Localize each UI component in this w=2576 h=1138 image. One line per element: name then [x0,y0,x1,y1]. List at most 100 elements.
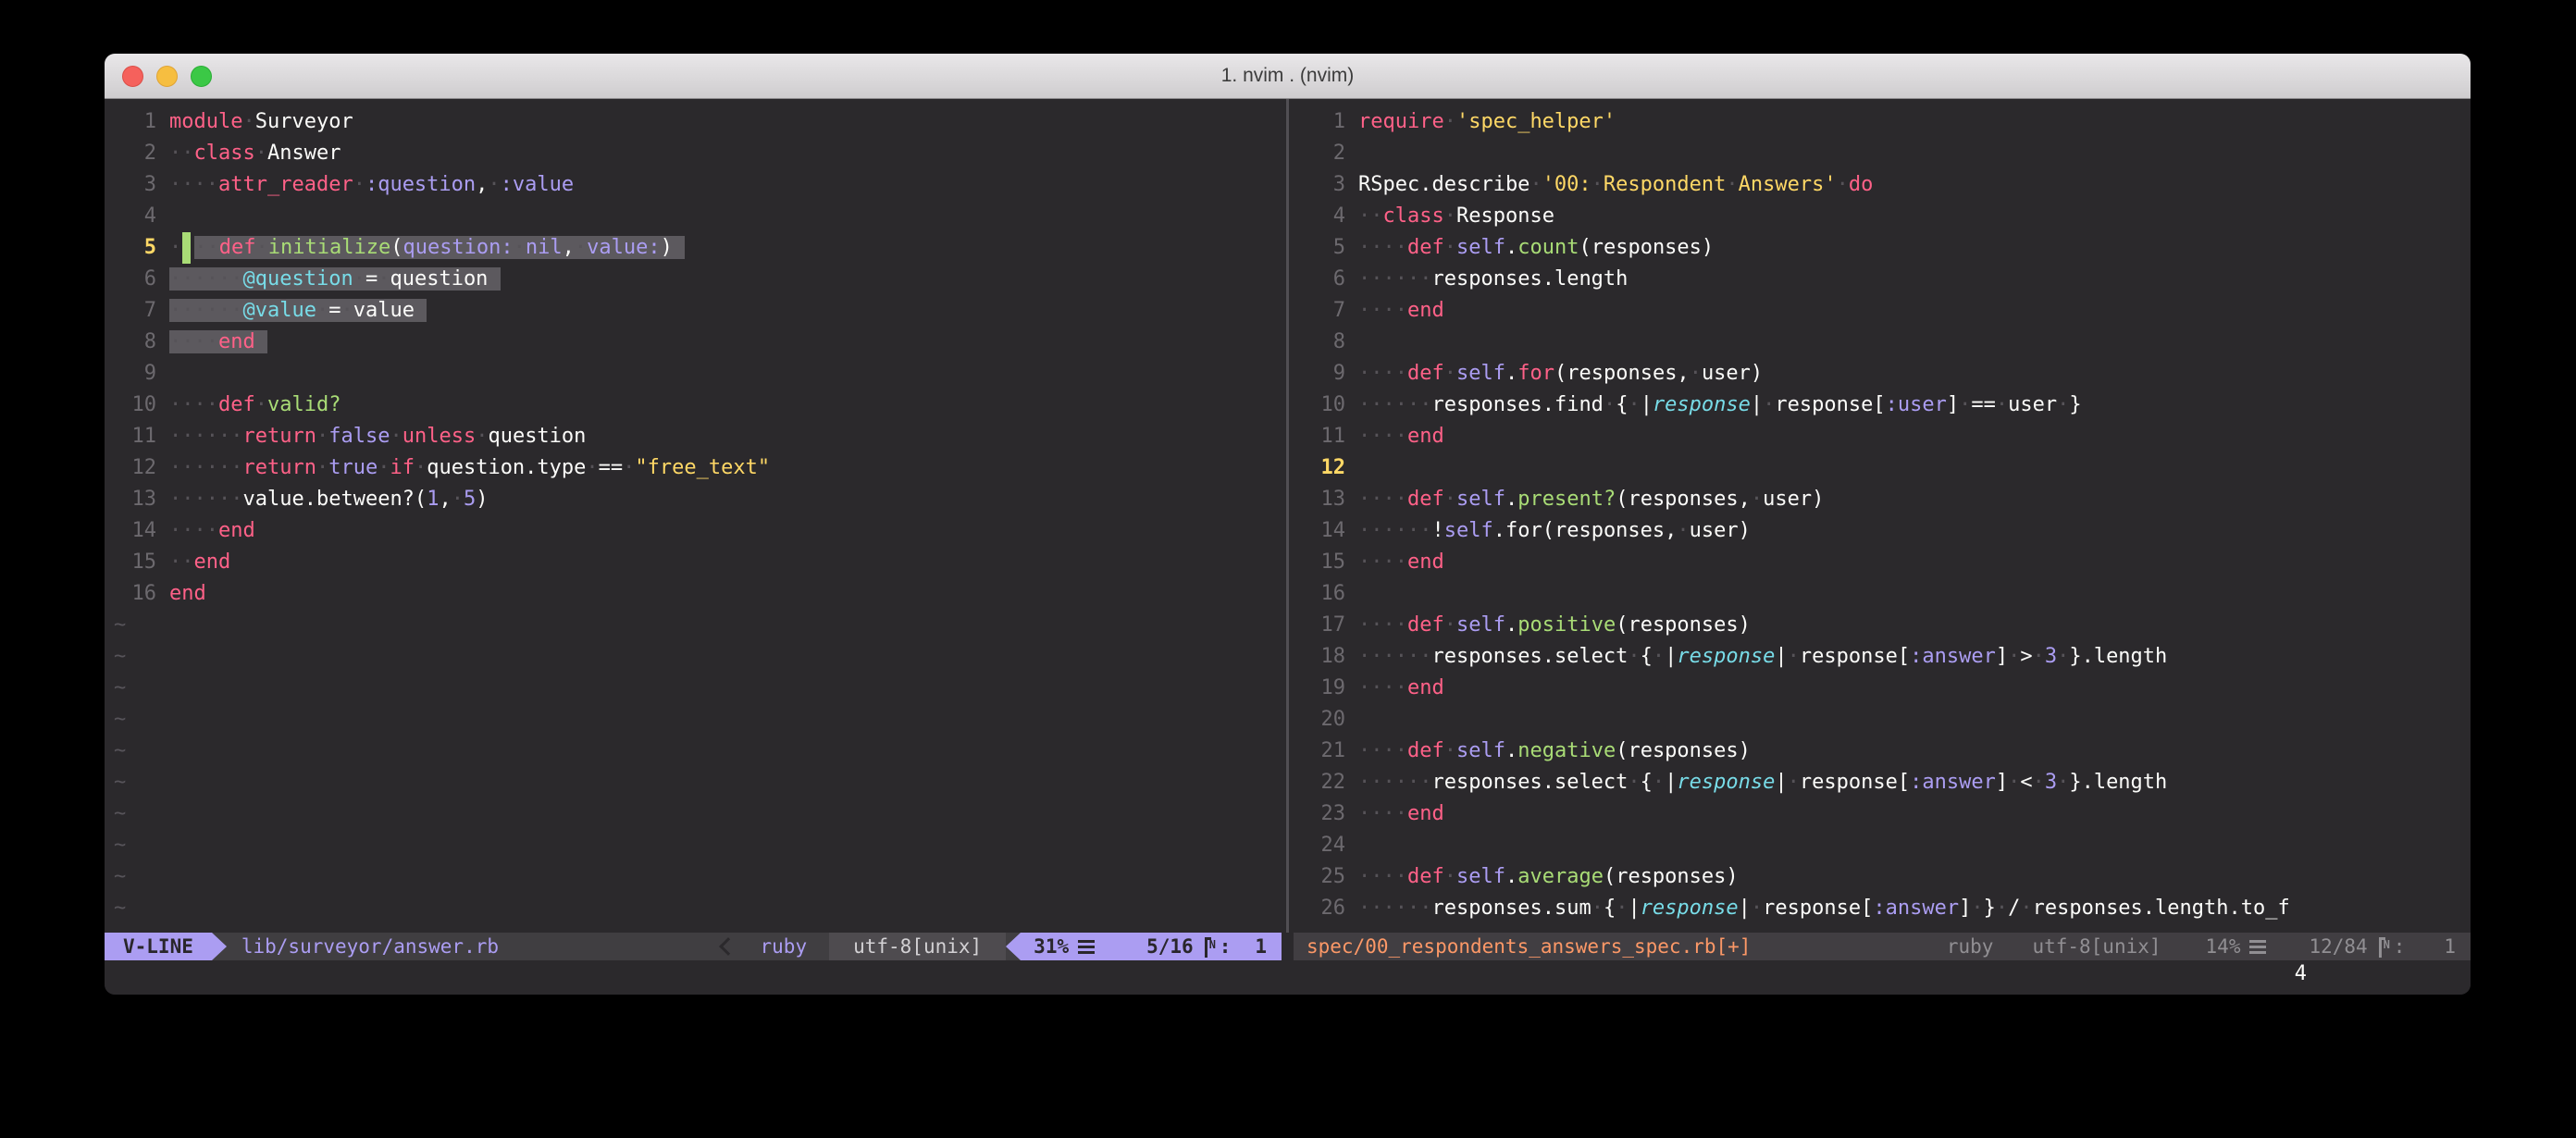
code-text: ····def·self.average(responses) [1358,865,1739,888]
visual-selection: ······@value·=·value [169,299,427,322]
tilde-marker: ~ [114,830,1282,861]
line-number: 10 [114,390,156,421]
zoom-button-icon[interactable] [191,66,212,87]
code-line-7[interactable]: 7 ······@value·=·value [114,295,1282,327]
window-separator[interactable] [1282,99,1294,933]
code-line-7[interactable]: 7····end [1303,295,2471,327]
traffic-lights [122,54,212,98]
statusline-row: V-LINE lib/surveyor/answer.rb ruby utf-8… [105,933,2471,960]
line-number: 13 [114,484,156,515]
right-editor-pane[interactable]: 1 require·'spec_helper' 23RSpec.describe·'… [1294,99,2471,933]
code-text: ······responses.length [1358,267,1628,291]
code-line-16[interactable]: 16 [1303,578,2471,610]
code-line-9[interactable]: 9····def·self.for(responses,·user) [1303,358,2471,390]
code-line-4[interactable]: 4··class·Response [1303,201,2471,232]
code-line-24[interactable]: 24 [1303,830,2471,861]
code-text: ····def·self.count(responses) [1358,236,1714,259]
code-text: ··class·Response [1358,204,1554,228]
code-line-6[interactable]: 6······responses.length [1303,264,2471,295]
terminal-window: 1. nvim . (nvim) 1module·Surveyor2··clas… [105,54,2471,995]
code-line-23[interactable]: 23····end [1303,798,2471,830]
code-line-16[interactable]: 16end [114,578,1282,610]
code-line-3[interactable]: 3····attr_reader·:question,·:value [114,169,1282,201]
code-text: ······@question·=·question [169,267,501,291]
code-line-12[interactable]: 12 [1303,452,2471,484]
code-line-13[interactable]: 13······value.between?(1,·5) [114,484,1282,515]
code-line-20[interactable]: 20 [1303,704,2471,736]
tilde-marker: ~ [114,610,1282,641]
code-line-14[interactable]: 14····end [114,515,1282,547]
code-line-5[interactable]: 5····def·self.count(responses) [1303,232,2471,264]
line-number: 19 [1303,673,1345,704]
line-number: 10 [1303,390,1345,421]
line-number: 25 [1303,861,1345,893]
code-text: ····attr_reader·:question,·:value [169,173,574,196]
code-line-1[interactable]: 1 require·'spec_helper' [1303,106,2471,138]
code-text: ····end [169,330,267,353]
code-line-25[interactable]: 25 ····def·self.average(responses) [1303,861,2471,893]
code-text: ······!self.for(responses,·user) [1358,519,1751,542]
command-line[interactable]: 4 [105,960,2471,995]
window-titlebar[interactable]: 1. nvim . (nvim) [105,54,2471,99]
code-line-9[interactable]: 9 [114,358,1282,390]
code-text: require·'spec_helper' [1358,110,1616,133]
statusline-column: 1 [2444,933,2456,960]
line-number: 1 [1303,106,1345,138]
cursor-block [182,232,191,264]
tilde-marker: ~ [114,798,1282,830]
tilde-marker: ~ [114,704,1282,736]
code-line-18[interactable]: 18······responses.select·{·|response|·re… [1303,641,2471,673]
line-number: 9 [114,358,156,390]
left-editor-pane[interactable]: 1module·Surveyor2··class·Answer3····attr… [105,99,1282,933]
tilde-marker: ~ [114,861,1282,893]
line-number: 7 [114,295,156,327]
line-number: 22 [1303,767,1345,798]
code-line-22[interactable]: 22······responses.select·{·|response|·re… [1303,767,2471,798]
code-line-26[interactable]: 26······responses.sum·{·|response|·respo… [1303,893,2471,924]
code-line-1[interactable]: 1module·Surveyor [114,106,1282,138]
statusline-column: 1 [1255,933,1267,960]
line-number: 24 [1303,830,1345,861]
code-line-10[interactable]: 10····def·valid? [114,390,1282,421]
menu-lines-icon [2249,940,2266,954]
powerline-arrow-icon [1006,933,1021,960]
code-line-11[interactable]: 11····end [1303,421,2471,452]
line-number: 17 [1303,610,1345,641]
line-number: 5 [114,232,156,264]
minimize-button-icon[interactable] [156,66,178,87]
code-line-8[interactable]: 8 [1303,327,2471,358]
line-number: 12 [114,452,156,484]
code-text: ····def·self.present?(responses,·user) [1358,488,1824,511]
code-line-5[interactable]: 5···def·initialize(question:·nil,·value:… [114,232,1282,264]
code-line-10[interactable]: 10······responses.find·{·|response|·resp… [1303,390,2471,421]
code-line-3[interactable]: 3RSpec.describe·'00:·Respondent·Answers'… [1303,169,2471,201]
code-line-21[interactable]: 21····def·self.negative(responses) [1303,736,2471,767]
code-line-17[interactable]: 17····def·self.positive(responses) [1303,610,2471,641]
code-line-15[interactable]: 15··end [114,547,1282,578]
code-line-8[interactable]: 8····end [114,327,1282,358]
code-line-4[interactable]: 4 [114,201,1282,232]
code-line-19[interactable]: 19····end [1303,673,2471,704]
code-text: ······responses.select·{·|response|·resp… [1358,645,2167,668]
code-text: ····end [169,519,255,542]
code-text: ······return·true·if·question.type·==·"f… [169,456,770,479]
close-button-icon[interactable] [122,66,143,87]
statusline-filename: spec/00_respondents_answers_spec.rb[+] [1307,933,1751,960]
line-number: 16 [114,578,156,610]
statusline-filetype: ruby [738,933,830,960]
code-line-12[interactable]: 12 ······return·true·if·question.type·==·… [114,452,1282,484]
line-number: 3 [1303,169,1345,201]
code-line-15[interactable]: 15····end [1303,547,2471,578]
code-line-6[interactable]: 6······@question·=·question [114,264,1282,295]
code-line-2[interactable]: 2 [1303,138,2471,169]
line-number: 23 [1303,798,1345,830]
code-text: ··end [169,550,230,574]
line-number: 16 [1303,578,1345,610]
code-line-13[interactable]: 13····def·self.present?(responses,·user) [1303,484,2471,515]
code-line-2[interactable]: 2··class·Answer [114,138,1282,169]
chevron-left-icon [719,937,737,956]
tilde-marker: ~ [114,767,1282,798]
code-line-11[interactable]: 11······return·false·unless·question [114,421,1282,452]
line-number: 11 [114,421,156,452]
code-line-14[interactable]: 14······!self.for(responses,·user) [1303,515,2471,547]
